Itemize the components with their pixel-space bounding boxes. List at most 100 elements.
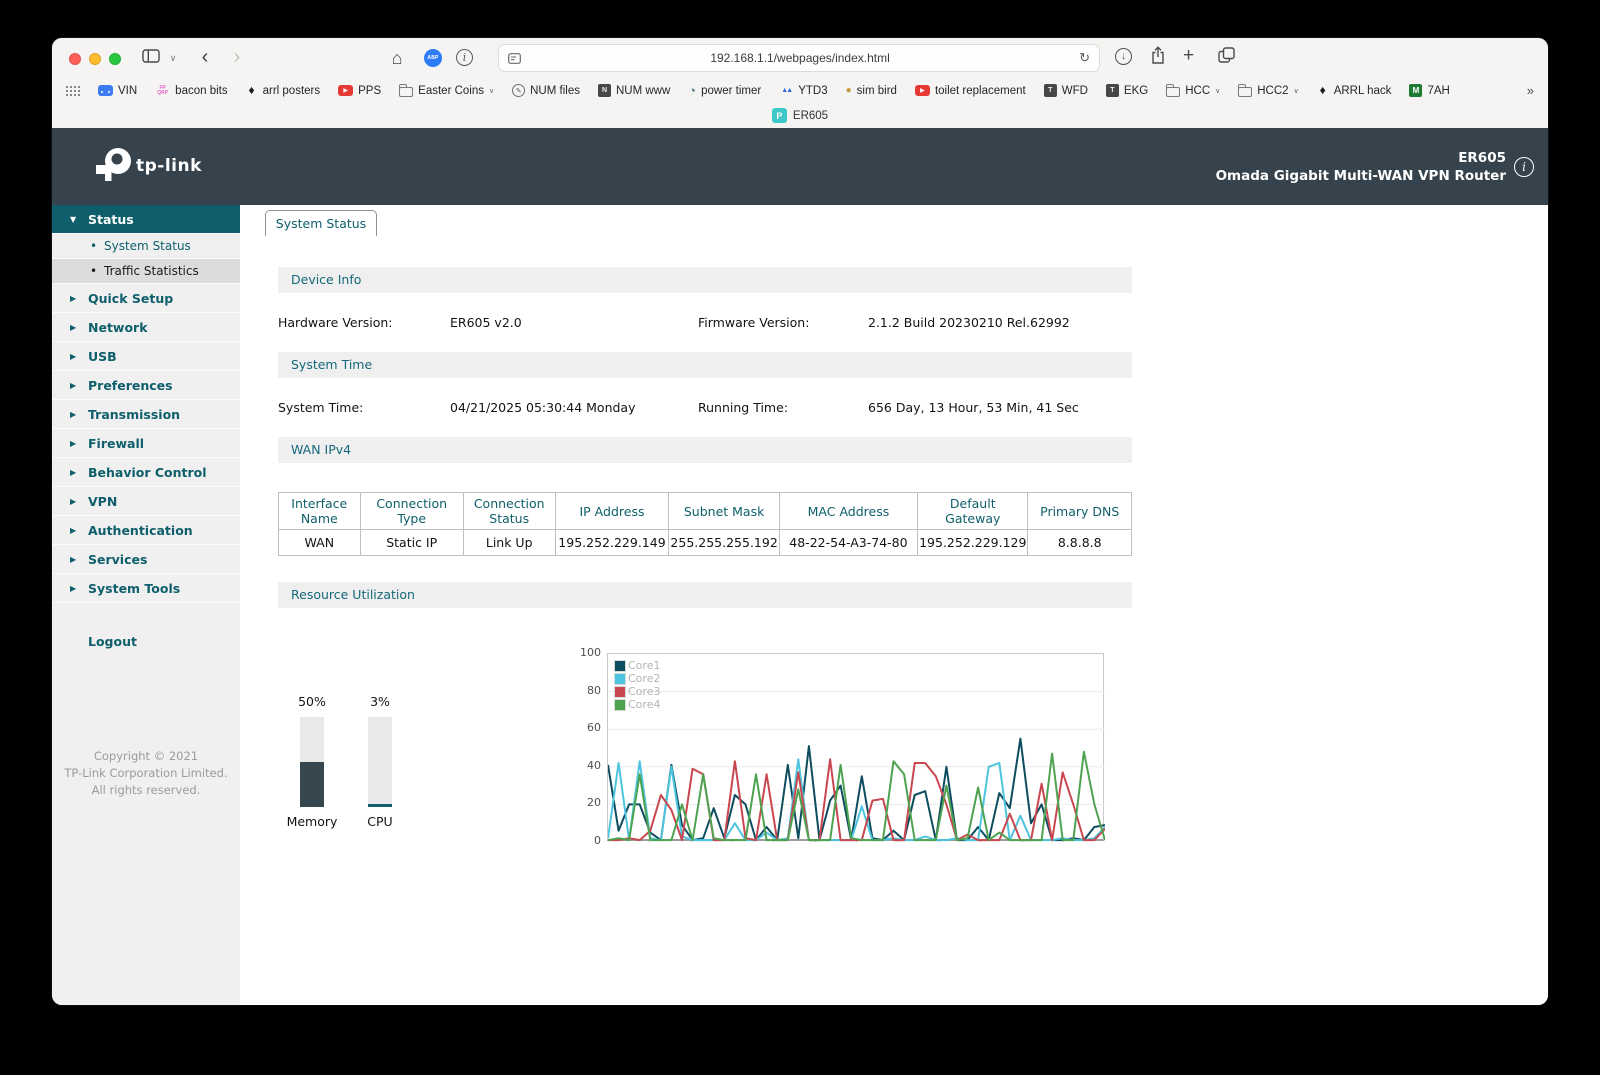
sidebar-item-firewall[interactable]: ▶ Firewall	[52, 429, 240, 458]
tab-system-status[interactable]: System Status	[265, 210, 377, 236]
bookmark-item[interactable]: ▶ toilet replacement	[914, 85, 1026, 97]
sidebar-item-traffic-statistics[interactable]: • Traffic Statistics	[52, 259, 240, 284]
cpu-chart: 0 20 40 60 80 100 Core1 Core2 Core3 Core4	[575, 646, 1106, 847]
sidebar-item-vpn[interactable]: ▶ VPN	[52, 487, 240, 516]
apps-grid-icon	[65, 85, 80, 96]
sidebar-item-system-tools[interactable]: ▶ System Tools	[52, 574, 240, 603]
bookmark-item[interactable]: ◔ power timer	[688, 84, 761, 97]
sidebar-item-label: Preferences	[88, 377, 173, 393]
home-icon[interactable]: ⌂	[386, 46, 408, 70]
section-resource-utilization: Resource Utilization	[278, 582, 1132, 608]
bookmark-item[interactable]: HCC ∨	[1165, 84, 1220, 97]
column-header: Connection Type	[359, 492, 464, 530]
field-value: 04/21/2025 05:30:44 Monday	[450, 399, 636, 415]
sidebar-item-authentication[interactable]: ▶ Authentication	[52, 516, 240, 545]
sidebar-item-label: USB	[88, 348, 117, 364]
bookmark-label: bacon bits	[175, 84, 228, 97]
bookmark-item[interactable]: ▲▲ YTD3	[779, 85, 827, 97]
bookmark-item[interactable]: ♦ arrl posters	[246, 84, 321, 97]
sidebar-item-services[interactable]: ▶ Services	[52, 545, 240, 574]
logout-button[interactable]: Logout	[52, 627, 240, 656]
bookmark-item[interactable]: Easter Coins ∨	[398, 84, 494, 97]
sidebar-item-behavior-control[interactable]: ▶ Behavior Control	[52, 458, 240, 487]
back-button[interactable]: ‹	[194, 44, 216, 70]
chevron-collapsed-icon: ▶	[70, 409, 77, 419]
bookmark-item[interactable]: ✎ NUM files	[512, 84, 580, 97]
bookmark-item[interactable]: ♦ ARRL hack	[1317, 84, 1392, 97]
sidebar-item-system-status[interactable]: • System Status	[52, 234, 240, 259]
y-tick-label: 0	[594, 834, 601, 847]
bookmark-item[interactable]: ▶ PPS	[338, 85, 381, 97]
bookmark-item[interactable]: ● sim bird	[846, 85, 897, 97]
bookmark-label: WFD	[1061, 84, 1088, 97]
sidebar-item-label: Traffic Statistics	[104, 264, 199, 278]
sidebar-item-status[interactable]: ▼ Status	[52, 205, 240, 234]
bookmark-item[interactable]: FP QRP bacon bits	[155, 84, 227, 97]
thumb-icon: T	[1105, 84, 1119, 97]
bookmark-label: sim bird	[856, 84, 897, 97]
tab-overview-icon[interactable]	[1218, 47, 1235, 63]
sidebar-toggle-icon[interactable]	[142, 49, 160, 63]
chevron-down-icon: ∨	[1293, 87, 1299, 95]
bookmark-label: EKG	[1123, 84, 1149, 97]
sidebar-item-network[interactable]: ▶ Network	[52, 313, 240, 342]
legend-item: Core4	[614, 698, 660, 711]
y-tick-label: 40	[587, 758, 601, 772]
chevron-collapsed-icon: ▶	[70, 380, 77, 390]
active-tab[interactable]: P ER605	[771, 108, 828, 123]
bookmark-item[interactable]: M 7AH	[1409, 84, 1450, 97]
legend-item: Core3	[614, 685, 660, 698]
gauge-percent-label: 3%	[370, 694, 390, 709]
wan-table: Interface Name Connection Type Connection …	[278, 492, 1132, 556]
new-tab-button[interactable]: +	[1183, 45, 1194, 67]
tp-link-logo: tp-link	[94, 145, 204, 189]
bookmark-item[interactable]: VIN	[98, 85, 137, 97]
sidebar-item-preferences[interactable]: ▶ Preferences	[52, 371, 240, 400]
table-header-row: Interface Name Connection Type Connection …	[278, 492, 1132, 530]
sidebar-item-label: VPN	[88, 493, 118, 509]
downloads-icon[interactable]: ↓	[1115, 48, 1132, 65]
bookmark-item[interactable]: T WFD	[1043, 84, 1088, 97]
sidebar-item-label: Authentication	[88, 522, 193, 538]
minimize-window-button[interactable]	[89, 53, 101, 65]
sidebar-item-transmission[interactable]: ▶ Transmission	[52, 400, 240, 429]
sidebar-item-quick-setup[interactable]: ▶ Quick Setup	[52, 284, 240, 313]
bookmarks-overflow-chevron[interactable]: »	[1527, 83, 1534, 98]
bookmark-item[interactable]: N NUM www	[597, 84, 670, 97]
sidebar-menu-chevron-icon[interactable]: ∨	[168, 53, 178, 63]
sidebar-item-label: System Status	[104, 239, 191, 253]
y-tick-label: 60	[587, 721, 601, 735]
bookmark-label: VIN	[118, 84, 138, 97]
device-model: ER605	[1458, 149, 1506, 166]
zoom-window-button[interactable]	[109, 53, 121, 65]
field-label: Running Time:	[698, 399, 788, 415]
table-cell: 255.255.255.192	[668, 529, 780, 556]
close-window-button[interactable]	[69, 53, 81, 65]
y-tick-label: 100	[580, 646, 601, 659]
reader-view-icon[interactable]	[508, 52, 521, 64]
refresh-icon[interactable]: ↻	[1079, 50, 1090, 66]
share-icon[interactable]	[1150, 46, 1166, 65]
legend-label: Core3	[628, 685, 661, 698]
copyright-text: Copyright © 2021 TP-Link Corporation Lim…	[52, 748, 240, 799]
chevron-collapsed-icon: ▶	[70, 322, 77, 332]
folder-icon	[1237, 84, 1253, 97]
bookmark-item[interactable]: HCC2 ∨	[1237, 84, 1299, 97]
chevron-collapsed-icon: ▶	[70, 525, 77, 535]
bookmark-item[interactable]	[65, 85, 80, 96]
legend-swatch	[614, 698, 626, 711]
device-info-icon[interactable]: i	[1514, 156, 1534, 177]
adblock-extension-icon[interactable]: ABP	[424, 49, 442, 67]
table-cell: Static IP	[359, 529, 464, 556]
column-header: IP Address	[554, 492, 670, 530]
bookmark-item[interactable]: T EKG	[1105, 84, 1149, 97]
legend-swatch	[614, 672, 626, 685]
globe-icon: ◔	[688, 83, 697, 98]
field-value: 656 Day, 13 Hour, 53 Min, 41 Sec	[868, 399, 1079, 415]
address-bar[interactable]: 192.168.1.1/webpages/index.html ↻	[498, 44, 1100, 72]
extension-info-icon[interactable]: i	[456, 49, 473, 66]
forward-button[interactable]: ›	[226, 44, 248, 70]
sidebar-item-usb[interactable]: ▶ USB	[52, 342, 240, 371]
gauge-fill	[300, 762, 324, 807]
column-header: Subnet Mask	[668, 492, 780, 530]
